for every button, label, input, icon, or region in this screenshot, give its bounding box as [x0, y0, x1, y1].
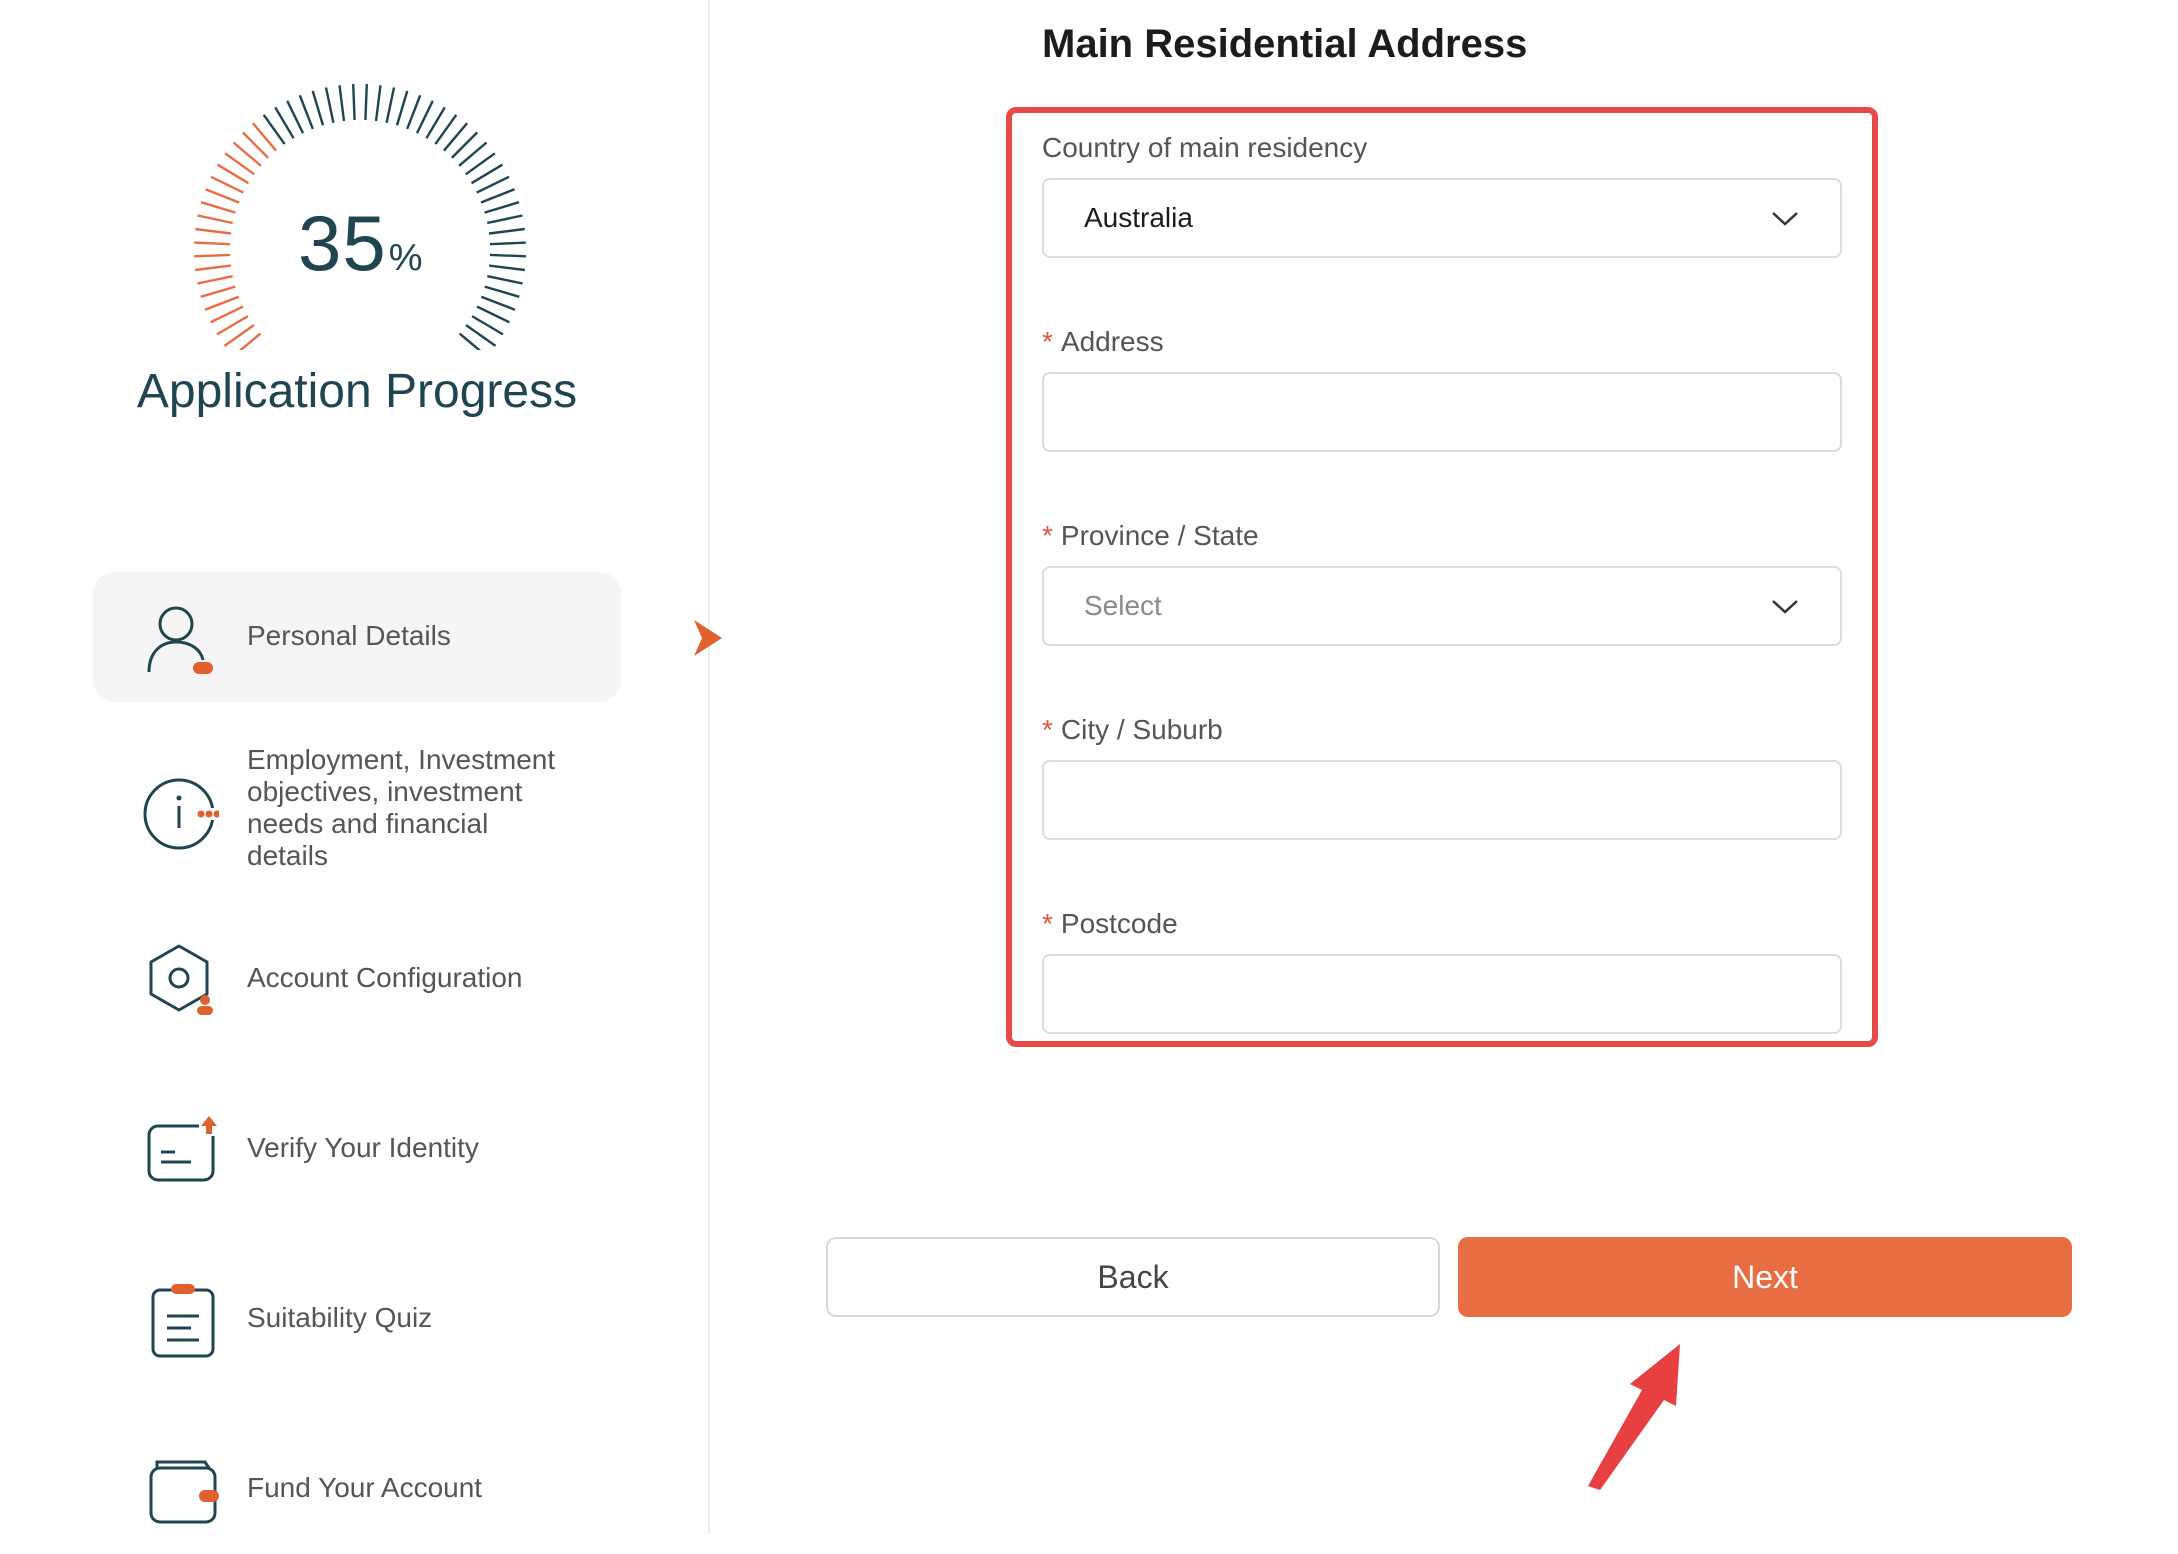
chevron-down-icon — [1772, 600, 1798, 614]
gauge-tick — [385, 87, 396, 124]
sidebar: 35% Application Progress Personal Detail… — [0, 0, 722, 1534]
progress-title: Application Progress — [136, 365, 578, 418]
required-mark: * — [1042, 908, 1053, 939]
clipboard-icon — [151, 1284, 215, 1358]
gauge-tick — [197, 214, 234, 225]
next-button[interactable]: Next — [1458, 1237, 2072, 1317]
gauge-tick — [480, 188, 515, 204]
gauge-tick — [406, 94, 422, 130]
step-label: Account Configuration — [247, 962, 523, 993]
gauge-tick — [210, 305, 244, 324]
step-suitability-quiz[interactable]: Suitability Quiz — [93, 1254, 621, 1384]
step-fund-account[interactable]: Fund Your Account — [93, 1424, 621, 1554]
country-value: Australia — [1084, 202, 1193, 233]
chevron-down-icon — [1772, 212, 1798, 226]
gauge-tick — [210, 175, 244, 194]
city-input[interactable] — [1042, 760, 1842, 840]
required-mark: * — [1042, 520, 1053, 551]
settings-hex-icon — [149, 944, 213, 1015]
back-button[interactable]: Back — [826, 1237, 1440, 1317]
gauge-tick — [352, 84, 356, 121]
step-label: Suitability Quiz — [247, 1302, 433, 1333]
progress-value: 35% — [298, 198, 424, 289]
gauge-tick — [298, 94, 314, 130]
wallet-icon — [149, 1460, 219, 1524]
gauge-tick — [194, 253, 231, 258]
gauge-tick — [488, 264, 525, 272]
user-icon — [147, 606, 213, 674]
step-label: Employment, Investment objectives, inves… — [247, 744, 556, 871]
address-label: * Address — [1042, 326, 1164, 358]
gauge-tick — [324, 87, 335, 124]
gauge-tick — [200, 285, 236, 298]
current-step-arrow-icon — [694, 620, 722, 656]
state-label-text: Province / State — [1060, 520, 1259, 551]
annotation-arrow-icon — [1588, 1344, 1680, 1490]
gauge-tick — [197, 275, 233, 285]
gauge-tick — [286, 100, 305, 134]
step-verify-identity[interactable]: Verify Your Identity — [93, 1084, 621, 1214]
gauge-tick — [364, 84, 368, 121]
address-label-text: Address — [1060, 326, 1164, 357]
required-mark: * — [1042, 326, 1053, 357]
gauge-tick — [487, 275, 523, 285]
gauge-tick — [204, 295, 240, 311]
progress-unit: % — [388, 237, 424, 279]
progress-gauge: 35% — [190, 80, 530, 350]
address-input[interactable] — [1042, 372, 1842, 452]
gauge-tick — [480, 295, 516, 311]
gauge-tick — [194, 241, 231, 246]
gauge-tick — [476, 305, 510, 324]
step-label: Fund Your Account — [247, 1472, 483, 1503]
step-label: Verify Your Identity — [247, 1132, 479, 1163]
postcode-input[interactable] — [1042, 954, 1842, 1034]
gauge-tick — [489, 241, 526, 246]
city-label-text: City / Suburb — [1060, 714, 1223, 745]
state-label: * Province / State — [1042, 520, 1259, 552]
gauge-tick — [195, 227, 232, 235]
step-account-configuration[interactable]: Account Configuration — [93, 914, 621, 1044]
id-card-icon — [147, 1116, 219, 1182]
gauge-tick — [200, 201, 236, 214]
gauge-tick — [374, 85, 382, 122]
gauge-tick — [489, 253, 526, 258]
country-select[interactable]: Australia — [1042, 178, 1842, 258]
gauge-tick — [476, 175, 510, 194]
section-title: Main Residential Address — [1042, 22, 1528, 66]
info-icon — [143, 778, 219, 850]
country-label: Country of main residency — [1042, 132, 1368, 163]
step-label: Personal Details — [247, 620, 451, 651]
gauge-tick — [484, 285, 520, 298]
step-employment[interactable]: Employment, Investment objectives, inves… — [93, 744, 621, 884]
gauge-tick — [395, 90, 409, 126]
step-personal-details[interactable]: Personal Details — [93, 572, 621, 702]
gauge-tick — [486, 214, 523, 225]
gauge-tick — [415, 100, 434, 134]
gauge-tick — [484, 201, 520, 214]
progress-number: 35 — [298, 199, 387, 287]
gauge-tick — [205, 188, 240, 204]
gauge-tick — [488, 227, 525, 235]
postcode-label: * Postcode — [1042, 908, 1178, 940]
postcode-label-text: Postcode — [1060, 908, 1178, 939]
state-placeholder: Select — [1084, 590, 1162, 621]
gauge-tick — [195, 264, 232, 272]
city-label: * City / Suburb — [1042, 714, 1223, 746]
gauge-tick — [311, 90, 325, 126]
state-select[interactable]: Select — [1042, 566, 1842, 646]
gauge-tick — [338, 85, 346, 122]
required-mark: * — [1042, 714, 1053, 745]
